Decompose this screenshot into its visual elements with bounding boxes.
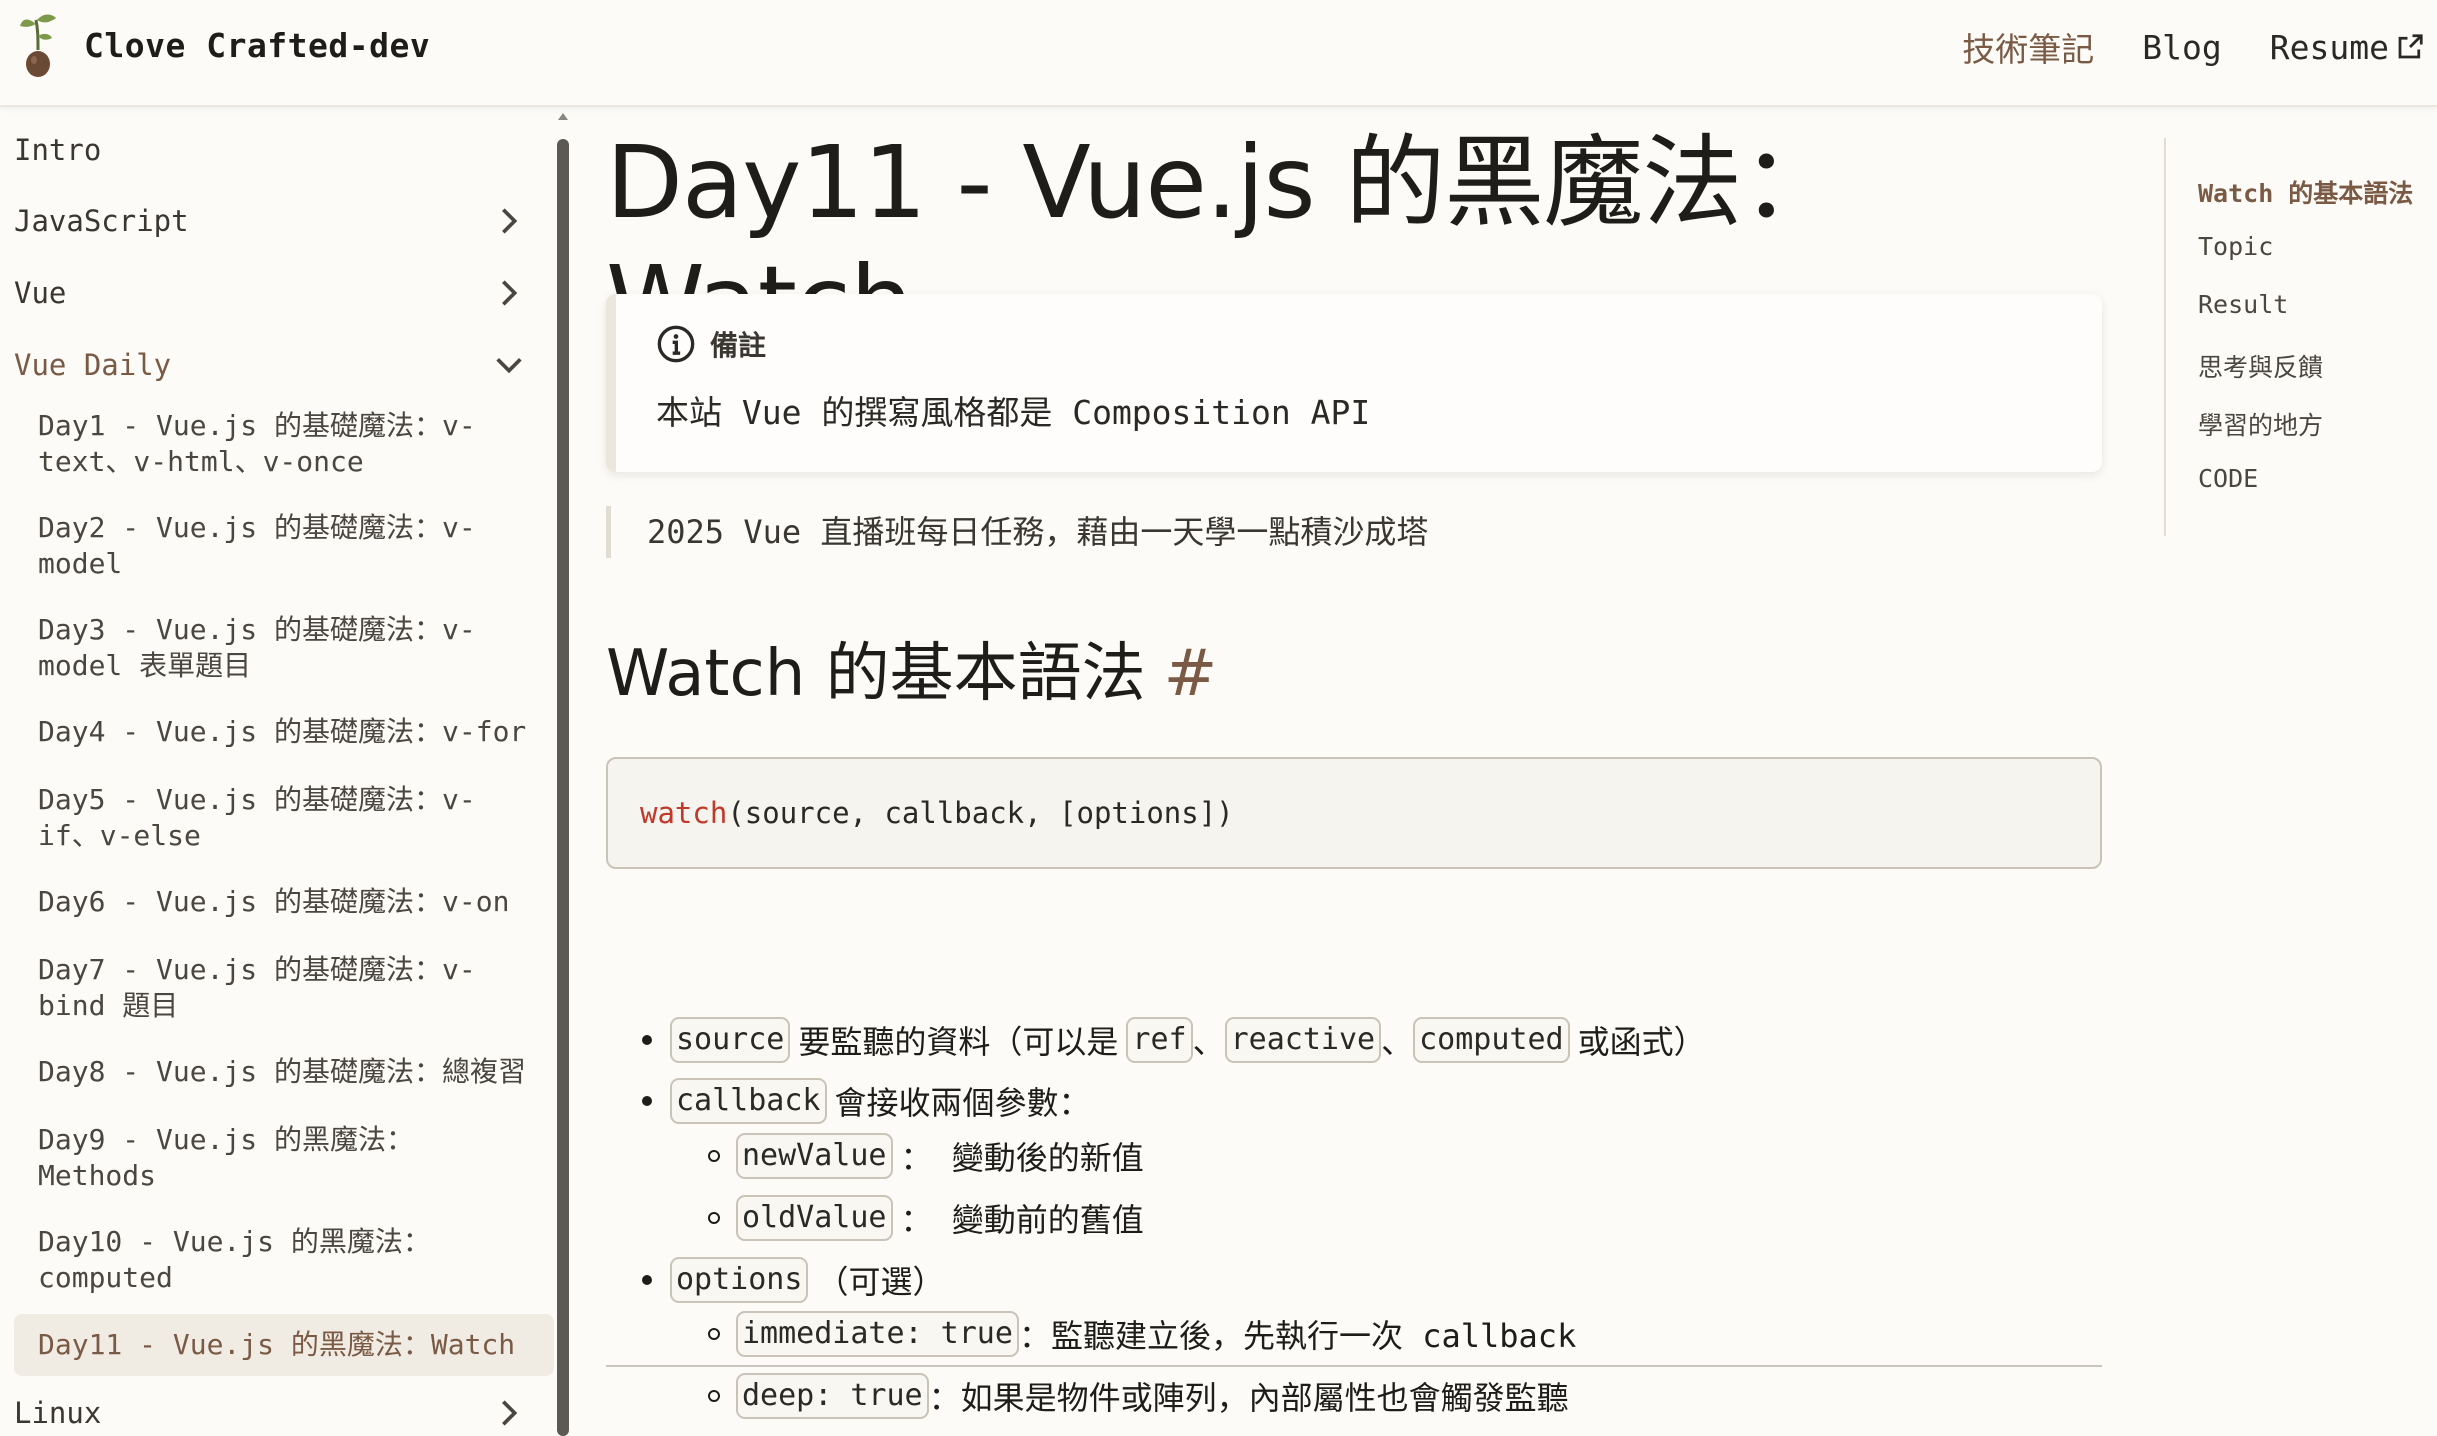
code-block[interactable]: watch(source, callback, [options]) (606, 757, 2102, 869)
sidebar-item-label: JavaScript (14, 204, 189, 238)
sprout-logo-icon (20, 14, 56, 77)
info-icon (657, 325, 695, 363)
heading-anchor-link[interactable]: # (1164, 637, 1218, 711)
sidebar-nav: Intro JavaScript Vue Vue Daily Day1 - Vu… (0, 109, 560, 1436)
brand-title: Clove Crafted-dev (84, 25, 431, 65)
circle-bullet-icon (708, 1328, 720, 1340)
nav-links: 技術筆記 Blog Resume (1914, 22, 2437, 72)
inline-code: reactive (1224, 1017, 1382, 1063)
chevron-right-icon[interactable] (492, 276, 526, 310)
list-text: 要監聽的資料（可以是 (798, 1023, 1119, 1061)
inline-code: ref (1126, 1017, 1193, 1063)
sidebar-item-day1[interactable]: Day1 - Vue.js 的基礎魔法：v- text、v-html、v-onc… (38, 408, 538, 480)
inline-code: deep: true (736, 1373, 929, 1419)
list-item: oldValue ： 變動前的舊值 (708, 1193, 1152, 1243)
nav-link-blog[interactable]: Blog (2142, 28, 2221, 67)
intro-quote: 2025 Vue 直播班每日任務，藉由一天學一點積沙成塔 (606, 506, 2102, 558)
sidebar-item-day10[interactable]: Day10 - Vue.js 的黑魔法： computed (38, 1224, 538, 1296)
nav-link-tech-notes[interactable]: 技術筆記 (1962, 23, 2094, 71)
sidebar-item-day4[interactable]: Day4 - Vue.js 的基礎魔法：v-for (38, 714, 538, 750)
toc-item-result[interactable]: Result (2198, 290, 2288, 319)
list-text: ：如果是物件或陣列，內部屬性也會觸發監聽 (928, 1379, 1569, 1417)
sidebar-item-day11[interactable]: Day11 - Vue.js 的黑魔法：Watch (14, 1314, 554, 1376)
list-text: ：監聽建立後，先執行一次 callback (1018, 1317, 1577, 1355)
section-heading-text: Watch 的基本語法 (606, 637, 1146, 711)
list-text: 或函式） (1577, 1023, 1706, 1061)
top-navbar: Clove Crafted-dev 技術筆記 Blog Resume (0, 0, 2437, 107)
sidebar-item-label: Vue Daily (14, 348, 172, 382)
chevron-down-icon[interactable] (492, 348, 526, 382)
toc-item-code[interactable]: CODE (2198, 464, 2258, 493)
list-text: ： 變動後的新值 (900, 1139, 1144, 1177)
section-heading: Watch 的基本語法 # (606, 629, 1217, 719)
table-of-contents: Watch 的基本語法 Topic Result 思考與反饋 學習的地方 COD… (2164, 138, 2437, 536)
sidebar-item-label: Linux (14, 1396, 102, 1430)
code-function-name: watch (640, 796, 728, 830)
bullet-icon (642, 1275, 652, 1285)
sidebar-item-day2[interactable]: Day2 - Vue.js 的基礎魔法：v- model (38, 510, 538, 582)
sidebar-item-day3[interactable]: Day3 - Vue.js 的基礎魔法：v- model 表單題目 (38, 612, 538, 684)
list-text: 會接收兩個參數： (834, 1084, 1091, 1122)
separator: 、 (1381, 1023, 1414, 1061)
sidebar-scrollbar[interactable] (556, 109, 570, 1436)
toc-item-watch-syntax[interactable]: Watch 的基本語法 (2198, 174, 2413, 210)
external-link-icon (2398, 34, 2423, 59)
sidebar-item-label: Intro (14, 133, 102, 167)
brand-link[interactable]: Clove Crafted-dev (16, 10, 430, 80)
chevron-right-icon[interactable] (492, 204, 526, 238)
inline-code: callback (670, 1078, 827, 1124)
sidebar-item-day9[interactable]: Day9 - Vue.js 的黑魔法： Methods (38, 1122, 538, 1194)
circle-bullet-icon (708, 1390, 720, 1402)
sidebar-item-day7[interactable]: Day7 - Vue.js 的基礎魔法：v- bind 題目 (38, 952, 538, 1024)
list-item: source 要監聽的資料（可以是 ref 、 reactive 、 compu… (642, 1015, 1714, 1065)
sidebar-item-intro[interactable]: Intro (14, 124, 554, 176)
separator: 、 (1192, 1023, 1225, 1061)
sidebar-item-label: Vue (14, 276, 67, 310)
list-item: callback 會接收兩個參數： (642, 1076, 1099, 1126)
sidebar-item-vue[interactable]: Vue (14, 267, 554, 319)
section-divider (606, 1365, 2102, 1367)
admonition-heading: 備註 (656, 324, 766, 364)
inline-code: options (670, 1257, 809, 1303)
bullet-icon (642, 1035, 652, 1045)
list-item: options （可選） (642, 1255, 952, 1305)
list-item: immediate: true ：監聽建立後，先執行一次 callback (708, 1309, 1576, 1359)
sidebar-item-day5[interactable]: Day5 - Vue.js 的基礎魔法：v- if、v-else (38, 782, 538, 854)
inline-code: computed (1413, 1017, 1570, 1063)
scroll-up-arrow-icon[interactable] (556, 109, 570, 123)
list-item: newValue ： 變動後的新值 (708, 1131, 1152, 1181)
admonition-title: 備註 (710, 329, 767, 362)
scrollbar-thumb[interactable] (557, 139, 569, 1436)
sidebar-item-linux[interactable]: Linux (14, 1387, 554, 1436)
code-arguments: (source, callback, [options]) (727, 796, 1234, 830)
resume-label: Resume (2269, 27, 2389, 67)
sidebar-item-day8[interactable]: Day8 - Vue.js 的基礎魔法：總複習 (38, 1054, 538, 1090)
list-item: deep: true ：如果是物件或陣列，內部屬性也會觸發監聽 (708, 1371, 1569, 1421)
inline-code: source (670, 1017, 791, 1063)
list-text: ： 變動前的舊值 (900, 1201, 1144, 1239)
inline-code: newValue (736, 1133, 893, 1179)
circle-bullet-icon (708, 1150, 720, 1162)
inline-code: immediate: true (736, 1311, 1019, 1357)
toc-item-reflection[interactable]: 思考與反饋 (2198, 348, 2323, 384)
toc-item-learnings[interactable]: 學習的地方 (2198, 406, 2323, 442)
circle-bullet-icon (708, 1212, 720, 1224)
admonition-body: 本站 Vue 的撰寫風格都是 Composition API (656, 393, 1371, 432)
sidebar-item-day6[interactable]: Day6 - Vue.js 的基礎魔法：v-on (38, 884, 538, 920)
toc-item-topic[interactable]: Topic (2198, 232, 2273, 261)
list-text: （可選） (816, 1263, 945, 1301)
inline-code: oldValue (736, 1195, 893, 1241)
bullet-icon (642, 1096, 652, 1106)
chevron-right-icon[interactable] (492, 1396, 526, 1430)
note-admonition: 備註 本站 Vue 的撰寫風格都是 Composition API (606, 294, 2102, 472)
sidebar-item-javascript[interactable]: JavaScript (14, 195, 554, 247)
sidebar-item-vue-daily[interactable]: Vue Daily (14, 339, 554, 391)
nav-link-resume[interactable]: Resume (2270, 28, 2425, 67)
